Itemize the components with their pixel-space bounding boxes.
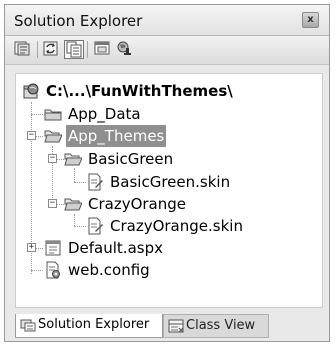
tree-node-label: App_Data [68, 105, 141, 123]
view-designer-button[interactable] [93, 40, 113, 59]
tree-node-label: BasicGreen.skin [110, 173, 231, 191]
tree-connector-line [74, 226, 86, 227]
tree-connector-line [74, 168, 75, 182]
show-all-files-button[interactable] [64, 40, 84, 59]
tree-node-label: CrazyOrange.skin [110, 217, 243, 235]
refresh-icon [43, 41, 58, 56]
tree-connector-line [31, 270, 43, 271]
tree-node-label: App_Themes [66, 125, 167, 147]
folder-open-icon [64, 198, 82, 211]
copy-website-button[interactable] [115, 40, 135, 59]
tree-node-label: Default.aspx [68, 239, 163, 257]
panel-tabs: Solution Explorer Class View [15, 314, 323, 339]
tree-connector-line [74, 182, 86, 183]
copy-website-icon [117, 41, 131, 55]
tree-connector-line [56, 204, 64, 205]
expand-toggle[interactable]: + [27, 243, 36, 252]
collapse-toggle[interactable]: − [27, 131, 36, 140]
toolbar [5, 36, 329, 65]
tree-node-label: CrazyOrange [88, 195, 187, 213]
folder-icon [44, 109, 62, 121]
tab-class-view[interactable]: Class View [163, 314, 269, 338]
folder-open-icon [64, 153, 82, 166]
tree-node-label: BasicGreen [88, 150, 174, 168]
view-designer-icon [94, 41, 110, 55]
title-bar: Solution Explorer x [5, 5, 329, 36]
properties-button[interactable] [13, 40, 33, 59]
tab-label: Class View [186, 318, 256, 333]
folder-open-icon [44, 130, 62, 143]
panel-title: Solution Explorer [14, 12, 143, 30]
solution-explorer-icon [20, 319, 36, 332]
tab-label: Solution Explorer [38, 317, 150, 332]
aspx-file-icon [45, 240, 61, 256]
solution-tree: C:\...\FunWithThemes\ App_Data − App_The… [15, 73, 323, 308]
properties-icon [14, 41, 30, 56]
website-icon [23, 83, 39, 99]
refresh-button[interactable] [42, 40, 62, 59]
collapse-toggle[interactable]: − [48, 154, 57, 163]
toolbar-separator [37, 41, 38, 58]
tree-connector-line [36, 248, 43, 249]
tab-solution-explorer[interactable]: Solution Explorer [15, 314, 163, 338]
solution-explorer-window: Solution Explorer x C:\...\FunWithThemes… [4, 4, 330, 342]
tree-connector-line [74, 214, 75, 226]
tree-connector-line [31, 114, 43, 115]
tree-connector-line [36, 136, 43, 137]
toolbar-separator [87, 41, 88, 58]
tree-connector-line [56, 159, 64, 160]
close-button[interactable]: x [302, 12, 319, 28]
skin-file-icon [88, 217, 103, 235]
collapse-toggle[interactable]: − [48, 199, 57, 208]
class-view-icon [168, 319, 184, 333]
show-all-files-icon [66, 41, 82, 58]
tree-node-label: C:\...\FunWithThemes\ [46, 82, 233, 100]
skin-file-icon [88, 173, 103, 191]
config-file-icon [46, 261, 60, 279]
tree-node-label: web.config [68, 261, 150, 279]
